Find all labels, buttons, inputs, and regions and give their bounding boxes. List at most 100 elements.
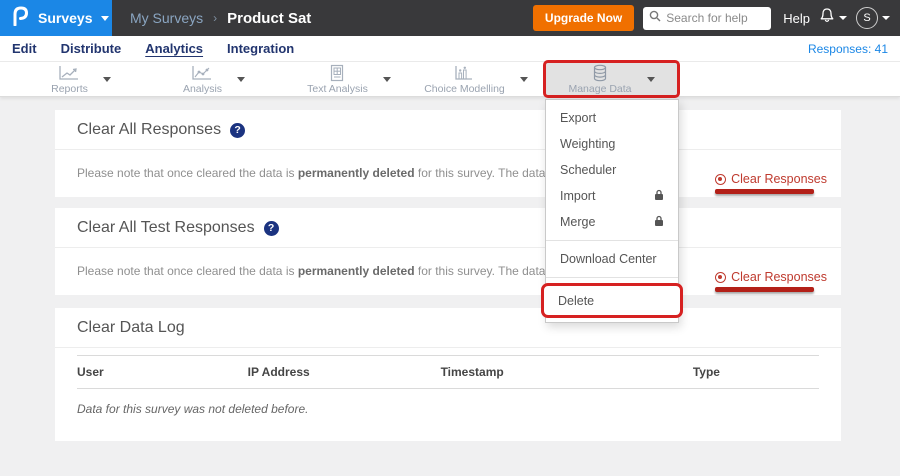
red-underline-annotation [715, 189, 813, 194]
bell-icon [819, 7, 835, 29]
choice-modelling-button[interactable]: Choice Modelling [424, 65, 505, 95]
help-search[interactable] [643, 7, 771, 30]
menu-item-scheduler[interactable]: Scheduler [546, 157, 678, 183]
choice-modelling-dropdown-caret[interactable] [520, 77, 528, 82]
help-search-input[interactable] [666, 11, 765, 25]
delete-annotation-box: Delete [541, 283, 683, 318]
top-bar: Surveys My Surveys › Product Sat Upgrade… [0, 0, 900, 36]
clear-target-icon [715, 174, 726, 185]
tab-integration[interactable]: Integration [227, 41, 294, 56]
analysis-dropdown-caret[interactable] [237, 77, 245, 82]
clear-responses-label: Clear Responses [731, 270, 827, 284]
section-body: Please note that once cleared the data i… [55, 150, 841, 210]
help-question-icon[interactable]: ? [230, 123, 245, 138]
notifications-button[interactable] [819, 7, 847, 29]
text-analysis-button[interactable]: Text Analysis [307, 64, 368, 95]
clear-all-test-responses-section: Clear All Test Responses ? Please note t… [55, 208, 841, 295]
log-empty-message: Data for this survey was not deleted bef… [77, 402, 819, 416]
chevron-down-icon [839, 16, 847, 20]
section-title: Clear Data Log [77, 319, 185, 337]
menu-item-export[interactable]: Export [546, 105, 678, 131]
column-timestamp: Timestamp [441, 365, 693, 379]
analysis-button[interactable]: Analysis [183, 65, 222, 95]
help-link[interactable]: Help [783, 11, 810, 26]
breadcrumb: My Surveys › Product Sat [130, 0, 311, 36]
section-title: Clear All Responses [77, 121, 221, 139]
menu-item-label: Scheduler [560, 163, 616, 177]
document-grid-icon [329, 64, 345, 82]
lock-icon [654, 189, 664, 204]
clear-responses-link[interactable]: Clear Responses [715, 270, 827, 284]
breadcrumb-separator: › [213, 11, 217, 25]
reports-label: Reports [51, 83, 88, 95]
toolbar-group-reports: Reports [22, 63, 140, 96]
menu-item-label: Export [560, 111, 596, 125]
database-icon [591, 64, 609, 82]
clear-target-icon [715, 272, 726, 283]
toolbar-group-choice-modelling: Choice Modelling [415, 63, 537, 96]
column-user: User [77, 365, 248, 379]
menu-item-label: Weighting [560, 137, 615, 151]
scatter-chart-icon [191, 65, 213, 82]
section-header: Clear Data Log [55, 308, 841, 348]
menu-divider [546, 277, 678, 278]
red-underline-annotation [715, 287, 813, 292]
choice-modelling-label: Choice Modelling [424, 83, 505, 95]
reports-button[interactable]: Reports [51, 65, 88, 95]
text-analysis-label: Text Analysis [307, 83, 368, 95]
chevron-down-icon [882, 16, 890, 20]
menu-item-download-center[interactable]: Download Center [546, 246, 678, 272]
product-switcher[interactable]: Surveys [0, 0, 112, 36]
analysis-label: Analysis [183, 83, 222, 95]
menu-item-weighting[interactable]: Weighting [546, 131, 678, 157]
clear-data-log-section: Clear Data Log User IP Address Timestamp… [55, 308, 841, 441]
menu-item-merge[interactable]: Merge [546, 209, 678, 235]
topbar-actions: Upgrade Now Help S [533, 0, 890, 36]
toolbar-group-manage-data: Manage Data [543, 60, 680, 98]
survey-nav: Edit Distribute Analytics Integration Re… [0, 36, 900, 62]
tab-edit[interactable]: Edit [12, 41, 37, 56]
clear-responses-action: Clear Responses [715, 172, 827, 194]
text-analysis-dropdown-caret[interactable] [383, 77, 391, 82]
responses-count[interactable]: Responses: 41 [808, 42, 888, 56]
column-ip-address: IP Address [248, 365, 441, 379]
manage-data-label: Manage Data [568, 83, 631, 95]
manage-data-button[interactable]: Manage Data [568, 64, 631, 95]
column-type: Type [693, 365, 819, 379]
manage-data-menu: Export Weighting Scheduler Import Merge … [545, 99, 679, 323]
menu-item-label: Import [560, 189, 595, 203]
menu-item-delete[interactable]: Delete [544, 286, 680, 315]
questionpro-logo-icon [12, 6, 29, 31]
clear-responses-link[interactable]: Clear Responses [715, 172, 827, 186]
tab-analytics[interactable]: Analytics [145, 41, 203, 56]
menu-item-label: Merge [560, 215, 595, 229]
chevron-down-icon [101, 16, 109, 21]
menu-item-label: Delete [558, 294, 594, 308]
clear-all-responses-section: Clear All Responses ? Please note that o… [55, 110, 841, 197]
section-header: Clear All Responses ? [55, 110, 841, 150]
tab-distribute[interactable]: Distribute [61, 41, 122, 56]
breadcrumb-my-surveys[interactable]: My Surveys [130, 10, 203, 26]
product-switcher-label: Surveys [38, 10, 92, 26]
breadcrumb-current-survey: Product Sat [227, 10, 311, 27]
section-title: Clear All Test Responses [77, 219, 255, 237]
clear-responses-label: Clear Responses [731, 172, 827, 186]
upgrade-now-button[interactable]: Upgrade Now [533, 5, 634, 31]
bar-chart-icon [454, 65, 474, 82]
section-body: Please note that once cleared the data i… [55, 248, 841, 308]
section-header: Clear All Test Responses ? [55, 208, 841, 248]
toolbar-group-analysis: Analysis [155, 63, 273, 96]
reports-dropdown-caret[interactable] [103, 77, 111, 82]
search-icon [649, 9, 661, 27]
account-menu-button[interactable]: S [856, 7, 890, 29]
log-table-header: User IP Address Timestamp Type [77, 355, 819, 389]
menu-divider [546, 240, 678, 241]
help-question-icon[interactable]: ? [264, 221, 279, 236]
menu-item-import[interactable]: Import [546, 183, 678, 209]
manage-data-dropdown-caret[interactable] [647, 77, 655, 82]
analytics-toolbar: Reports Analysis Text Analysis Choice Mo… [0, 62, 900, 97]
avatar: S [856, 7, 878, 29]
clear-test-responses-action: Clear Responses [715, 270, 827, 292]
toolbar-group-text-analysis: Text Analysis [290, 63, 408, 96]
line-chart-icon [58, 65, 80, 82]
